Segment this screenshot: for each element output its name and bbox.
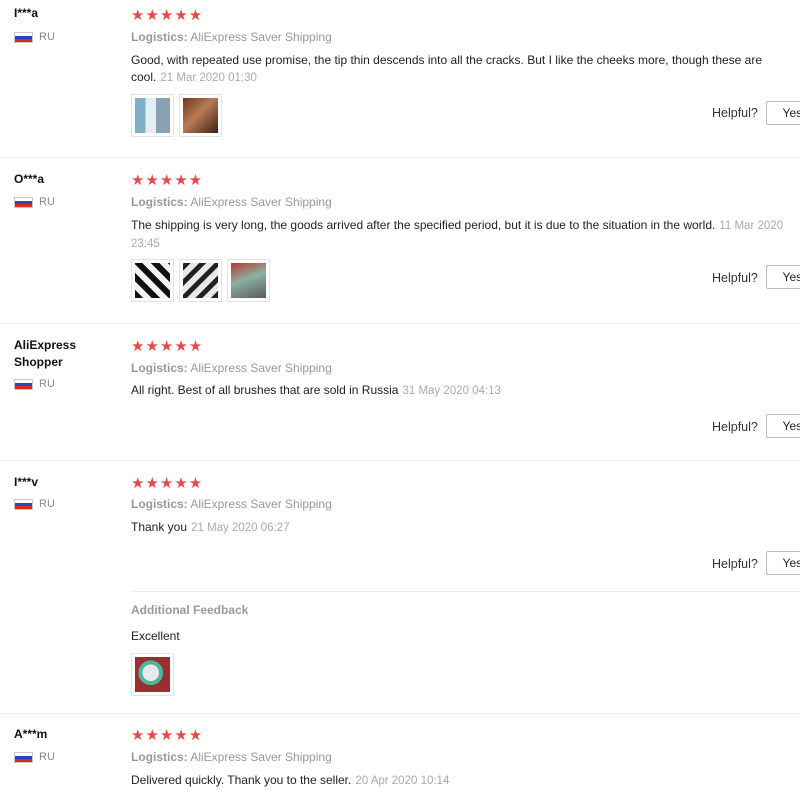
- additional-feedback-title: Additional Feedback: [131, 603, 249, 617]
- star-rating: ★★★★★: [131, 727, 204, 744]
- reviewer-name: I***a: [14, 6, 39, 20]
- russia-flag-icon: [14, 751, 33, 763]
- review-date: 20 Apr 2020 10:14: [355, 775, 450, 787]
- reviewer-country: RU: [14, 751, 55, 763]
- reviewer-country: RU: [14, 378, 55, 390]
- logistics-info: Logistics: AliExpress Saver Shipping: [131, 195, 332, 209]
- review-photo-thumbnail[interactable]: [131, 94, 174, 137]
- additional-feedback-text: Excellent: [131, 629, 180, 643]
- helpful-label: Helpful?: [712, 557, 758, 571]
- helpful-yes-button[interactable]: Yes (: [766, 551, 800, 575]
- review-date: 31 May 2020 04:13: [402, 385, 501, 397]
- helpful-yes-button[interactable]: Yes (: [766, 265, 800, 289]
- logistics-info: Logistics: AliExpress Saver Shipping: [131, 361, 332, 375]
- russia-flag-icon: [14, 498, 33, 510]
- star-rating: ★★★★★: [131, 172, 204, 189]
- review-text: Good, with repeated use promise, the tip…: [131, 53, 763, 84]
- review-photos: [131, 94, 222, 137]
- helpful-label: Helpful?: [712, 106, 758, 120]
- country-code: RU: [39, 751, 55, 763]
- country-code: RU: [39, 196, 55, 208]
- logistics-info: Logistics: AliExpress Saver Shipping: [131, 497, 332, 511]
- russia-flag-icon: [14, 31, 33, 43]
- russia-flag-icon: [14, 378, 33, 390]
- review-photos: [131, 259, 270, 302]
- reviewer-country: RU: [14, 31, 55, 43]
- additional-feedback-separator: [131, 591, 800, 592]
- helpful-label: Helpful?: [712, 271, 758, 285]
- review-text: Thank you 21 May 2020 06:27: [131, 520, 290, 534]
- review-text: The shipping is very long, the goods arr…: [131, 218, 784, 250]
- helpful-yes-button[interactable]: Yes (: [766, 414, 800, 438]
- reviewer-country: RU: [14, 498, 55, 510]
- review-separator: [0, 157, 800, 158]
- star-rating: ★★★★★: [131, 7, 204, 24]
- helpful-yes-button[interactable]: Yes (: [766, 101, 800, 125]
- reviewer-name: AliExpress Shopper: [14, 338, 77, 369]
- review-photo-thumbnail[interactable]: [131, 259, 174, 302]
- country-code: RU: [39, 378, 55, 390]
- star-rating: ★★★★★: [131, 338, 204, 355]
- country-code: RU: [39, 31, 55, 43]
- russia-flag-icon: [14, 196, 33, 208]
- reviewer-country: RU: [14, 196, 55, 208]
- review-separator: [0, 323, 800, 324]
- review-date: 21 May 2020 06:27: [191, 522, 290, 534]
- logistics-info: Logistics: AliExpress Saver Shipping: [131, 750, 332, 764]
- review-text: Delivered quickly. Thank you to the sell…: [131, 773, 450, 787]
- review-date: 21 Mar 2020 01:30: [160, 72, 257, 84]
- star-rating: ★★★★★: [131, 475, 204, 492]
- review-separator: [0, 713, 800, 714]
- review-photo-thumbnail[interactable]: [179, 94, 222, 137]
- review-separator: [0, 460, 800, 461]
- additional-feedback-photos: [131, 653, 174, 696]
- reviewer-name: I***v: [14, 475, 39, 489]
- country-code: RU: [39, 498, 55, 510]
- reviewer-name: O***a: [14, 172, 45, 186]
- review-photo-thumbnail[interactable]: [131, 653, 174, 696]
- review-photo-thumbnail[interactable]: [179, 259, 222, 302]
- review-photo-thumbnail[interactable]: [227, 259, 270, 302]
- logistics-info: Logistics: AliExpress Saver Shipping: [131, 30, 332, 44]
- review-text: All right. Best of all brushes that are …: [131, 383, 501, 397]
- helpful-label: Helpful?: [712, 420, 758, 434]
- reviewer-name: A***m: [14, 727, 48, 741]
